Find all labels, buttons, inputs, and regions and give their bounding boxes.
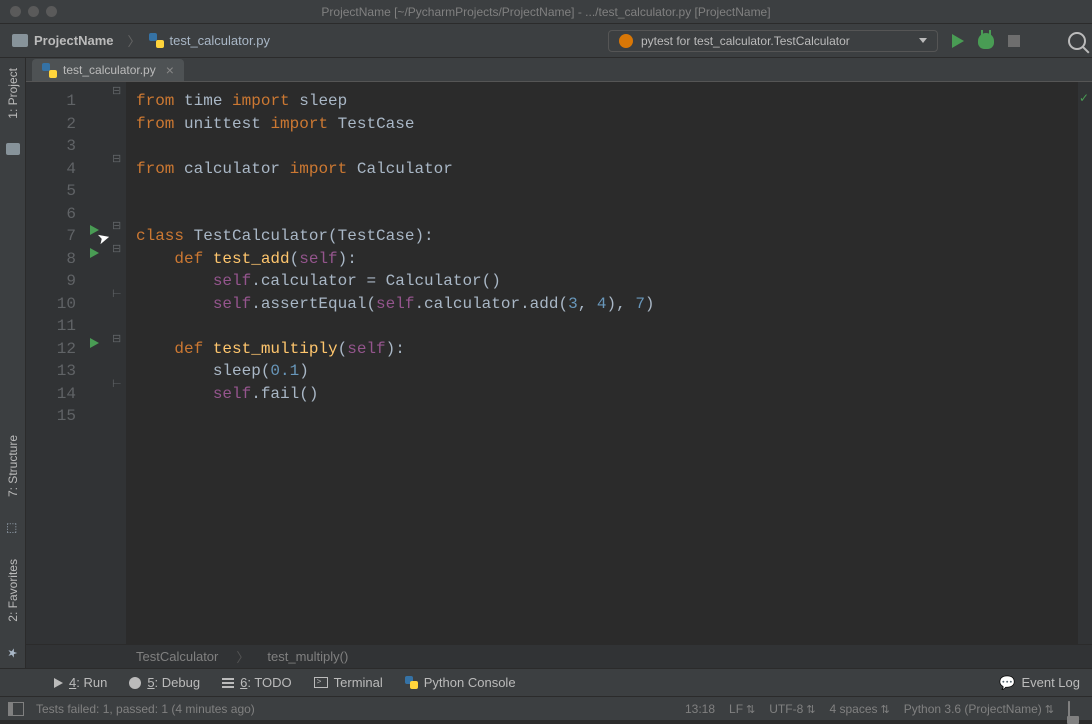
run-marker-gutter: [86, 82, 110, 644]
stop-button[interactable]: [1008, 35, 1020, 47]
status-message: Tests failed: 1, passed: 1 (4 minutes ag…: [36, 702, 255, 716]
line-number: 11: [26, 315, 76, 338]
line-number: 6: [26, 203, 76, 226]
line-number: 3: [26, 135, 76, 158]
line-number: 5: [26, 180, 76, 203]
editor-tabs: test_calculator.py ×: [26, 58, 1092, 82]
caret-position[interactable]: 13:18: [685, 702, 715, 716]
search-everywhere-button[interactable]: [1068, 32, 1086, 50]
event-log-tool-window-tab[interactable]: 💬Event Log: [999, 675, 1080, 691]
close-tab-icon[interactable]: ×: [166, 62, 174, 78]
breadcrumb-method[interactable]: test_multiply(): [267, 649, 348, 664]
folder-icon: [12, 34, 28, 47]
toggle-tool-windows-icon[interactable]: [8, 702, 24, 716]
favorites-tool-window-tab[interactable]: 2: Favorites: [4, 553, 22, 628]
chevron-down-icon: [919, 38, 927, 43]
line-number: 15: [26, 405, 76, 428]
line-separator[interactable]: LF: [729, 702, 755, 716]
python-interpreter[interactable]: Python 3.6 (ProjectName): [904, 702, 1054, 716]
fold-marker[interactable]: ⊟: [112, 223, 121, 232]
tab-label: test_calculator.py: [63, 63, 156, 77]
python-file-icon: [149, 33, 164, 48]
fold-gutter: ⊟ ⊟ ⊟ ⊟ ⊢ ⊟ ⊢: [110, 82, 126, 644]
navigation-breadcrumb: ProjectName 〉 test_calculator.py: [6, 31, 270, 50]
structure-tool-window-tab[interactable]: 7: Structure: [4, 429, 22, 503]
line-number: 12: [26, 338, 76, 361]
run-configuration-label: pytest for test_calculator.TestCalculato…: [641, 34, 911, 48]
run-test-method-icon[interactable]: [90, 338, 99, 348]
run-tool-window-tab[interactable]: 4: Run: [54, 675, 107, 690]
structure-icon: ⬚: [6, 523, 20, 534]
error-stripe[interactable]: ✓: [1078, 82, 1092, 644]
terminal-tool-window-tab[interactable]: Terminal: [314, 675, 383, 690]
pytest-icon: [619, 34, 633, 48]
breadcrumb-file-label: test_calculator.py: [170, 33, 270, 48]
breadcrumb-file[interactable]: test_calculator.py: [149, 33, 270, 48]
line-number-gutter[interactable]: 1 2 3 4 5 6 7 8 9 10 11 12 13 14 15: [26, 82, 86, 644]
line-number: 2: [26, 113, 76, 136]
terminal-icon: [314, 677, 328, 688]
lock-icon[interactable]: [1068, 702, 1070, 716]
python-console-tool-window-tab[interactable]: Python Console: [405, 675, 516, 690]
fold-end-marker[interactable]: ⊢: [112, 291, 121, 300]
analysis-ok-icon: ✓: [1079, 88, 1089, 111]
fold-marker[interactable]: ⊟: [112, 88, 121, 97]
python-icon: [405, 676, 418, 689]
bug-icon: [129, 677, 141, 689]
project-tab-label: 1: Project: [6, 68, 20, 119]
window-title: ProjectName [~/PycharmProjects/ProjectNa…: [0, 5, 1092, 19]
main-toolbar: ProjectName 〉 test_calculator.py pytest …: [0, 24, 1092, 58]
fold-marker[interactable]: ⊟: [112, 246, 121, 255]
debug-button[interactable]: [978, 33, 994, 49]
breadcrumb-class[interactable]: TestCalculator: [136, 649, 218, 664]
project-files-icon[interactable]: [6, 143, 20, 155]
breadcrumb-project[interactable]: ProjectName: [6, 31, 119, 50]
indent-settings[interactable]: 4 spaces: [829, 702, 889, 716]
line-number: 4: [26, 158, 76, 181]
list-icon: [222, 678, 234, 688]
todo-tool-window-tab[interactable]: 6: TODO: [222, 675, 292, 690]
status-bar: Tests failed: 1, passed: 1 (4 minutes ag…: [0, 696, 1092, 720]
breadcrumb-separator: 〉: [127, 31, 140, 50]
editor-tab-test-calculator[interactable]: test_calculator.py ×: [32, 59, 184, 81]
breadcrumb-separator: 〉: [236, 647, 249, 666]
debug-tool-window-tab[interactable]: 5: Debug: [129, 675, 200, 690]
event-log-icon: 💬: [999, 675, 1015, 691]
structure-tab-label: 7: Structure: [6, 435, 20, 497]
line-number: 7: [26, 225, 76, 248]
editor-breadcrumb: TestCalculator 〉 test_multiply(): [26, 644, 1092, 668]
editor-area: test_calculator.py × 1 2 3 4 5 6 7 8 9 1…: [26, 58, 1092, 668]
line-number: 9: [26, 270, 76, 293]
python-file-icon: [42, 63, 57, 78]
star-icon: ★: [5, 648, 19, 659]
breadcrumb-project-label: ProjectName: [34, 33, 113, 48]
window-titlebar: ProjectName [~/PycharmProjects/ProjectNa…: [0, 0, 1092, 24]
line-number: 10: [26, 293, 76, 316]
fold-marker[interactable]: ⊟: [112, 156, 121, 165]
run-configuration-selector[interactable]: pytest for test_calculator.TestCalculato…: [608, 30, 938, 52]
line-number: 8: [26, 248, 76, 271]
fold-marker[interactable]: ⊟: [112, 336, 121, 345]
run-test-method-icon[interactable]: [90, 248, 99, 258]
line-number: 13: [26, 360, 76, 383]
run-button[interactable]: [952, 34, 964, 48]
code-editor[interactable]: 1 2 3 4 5 6 7 8 9 10 11 12 13 14 15: [26, 82, 1092, 644]
line-number: 14: [26, 383, 76, 406]
file-encoding[interactable]: UTF-8: [769, 702, 815, 716]
code-content[interactable]: from time import sleep from unittest imp…: [126, 82, 655, 644]
line-number: 1: [26, 90, 76, 113]
favorites-tab-label: 2: Favorites: [6, 559, 20, 622]
bottom-tool-window-bar: 4: Run 5: Debug 6: TODO Terminal Python …: [0, 668, 1092, 696]
fold-end-marker[interactable]: ⊢: [112, 381, 121, 390]
project-tool-window-tab[interactable]: 1: Project: [4, 62, 22, 125]
play-icon: [54, 678, 63, 688]
left-tool-window-bar: 1: Project 7: Structure ⬚ 2: Favorites ★: [0, 58, 26, 668]
